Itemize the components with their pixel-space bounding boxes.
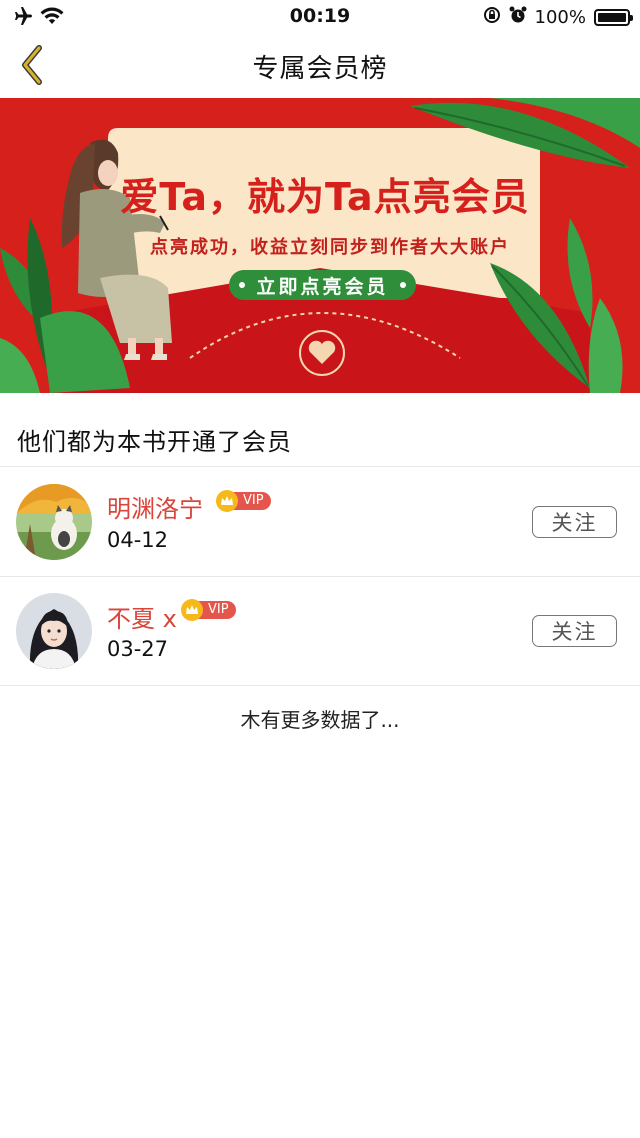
avatar[interactable]: [16, 593, 92, 669]
avatar-photo: [16, 593, 92, 669]
end-of-list-text: 木有更多数据了...: [240, 708, 400, 732]
member-date: 04-12: [107, 528, 169, 552]
alarm-icon: [509, 6, 527, 28]
banner-headline: 爱Ta，就为Ta点亮会员: [120, 175, 530, 219]
member-name[interactable]: 不夏 x: [107, 599, 177, 634]
status-right: 100%: [483, 6, 633, 28]
member-date: 03-27: [107, 637, 169, 661]
promo-banner[interactable]: 爱Ta，就为Ta点亮会员 点亮成功，收益立刻同步到作者大大账户 立即点亮会员: [0, 98, 640, 393]
member-name[interactable]: 明渊洛宁: [107, 489, 203, 524]
avatar[interactable]: [16, 484, 92, 560]
battery-icon: [594, 8, 633, 26]
nav-bar: 专属会员榜: [0, 34, 640, 98]
divider: [0, 685, 640, 686]
orientation-lock-icon: [483, 6, 501, 28]
list-item: 不夏 x VIP 03-27 关注: [0, 577, 640, 685]
section-title: 他们都为本书开通了会员: [17, 428, 292, 456]
list-item: 明渊洛宁 VIP 04-12 关注: [0, 467, 640, 575]
banner-subline: 点亮成功，收益立刻同步到作者大大账户: [150, 237, 510, 258]
page-title: 专属会员榜: [252, 54, 388, 84]
crown-icon: [216, 490, 238, 512]
battery-level: [598, 12, 626, 22]
battery-percent: 100%: [534, 6, 586, 28]
light-up-vip-button[interactable]: 立即点亮会员: [229, 270, 416, 300]
crown-icon: [181, 599, 203, 621]
dot-icon: [400, 282, 406, 288]
cta-label: 立即点亮会员: [256, 275, 389, 298]
vip-badge: VIP: [216, 490, 271, 512]
dot-icon: [239, 282, 245, 288]
avatar-illustration: [16, 484, 92, 560]
status-bar: 00:19 100%: [0, 0, 640, 34]
follow-button[interactable]: 关注: [532, 506, 617, 538]
vip-badge: VIP: [181, 599, 236, 621]
follow-button[interactable]: 关注: [532, 615, 617, 647]
